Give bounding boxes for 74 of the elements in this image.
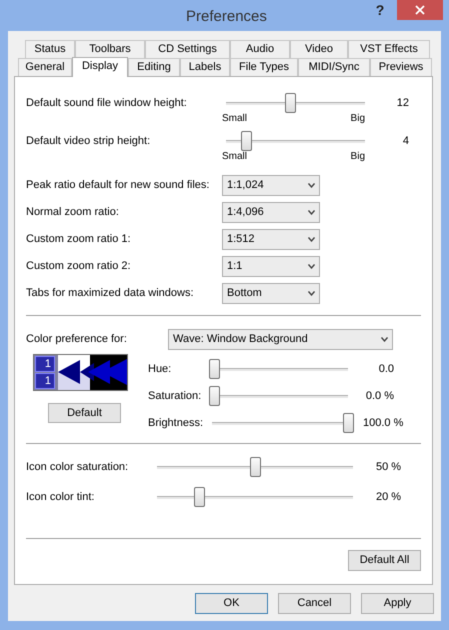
dialog-button[interactable]: Apply	[361, 593, 434, 614]
window-title: Preferences	[186, 7, 267, 27]
dialog-button[interactable]: Cancel	[278, 593, 351, 614]
scale-label: Big	[350, 151, 365, 163]
chevron-down-icon	[308, 290, 315, 296]
chevron-down-icon	[308, 264, 315, 268]
slider-value: 20 %	[376, 490, 402, 505]
slider-label: Brightness:	[148, 416, 204, 431]
track-number: 1	[35, 356, 55, 372]
chevron-down-icon	[308, 236, 315, 242]
dropdown[interactable]: 1:1,024	[222, 174, 320, 196]
tab[interactable]: File Types	[230, 58, 298, 76]
slider-thumb[interactable]	[209, 386, 220, 406]
tab[interactable]: CD Settings	[145, 40, 230, 58]
scale-label: Small	[222, 151, 248, 163]
slider[interactable]	[157, 487, 353, 507]
dropdown[interactable]: 1:512	[222, 228, 320, 250]
slider-label: Default video strip height:	[26, 134, 152, 149]
dropdown[interactable]: Bottom	[222, 282, 320, 304]
scale-label: Big	[350, 113, 365, 125]
slider-value: 50 %	[376, 460, 402, 475]
tab[interactable]: Video	[290, 40, 348, 58]
tab[interactable]: Status	[25, 40, 75, 58]
slider-thumb[interactable]	[250, 457, 261, 477]
tab[interactable]: Previews	[370, 58, 432, 76]
slider[interactable]	[157, 457, 353, 477]
dropdown[interactable]: 1:1	[222, 256, 320, 276]
slider-value: 100.0 %	[363, 416, 404, 431]
default-button[interactable]: Default	[48, 403, 121, 423]
slider-thumb[interactable]	[285, 93, 296, 113]
slider-label: Icon color saturation:	[26, 460, 130, 475]
slider-value: 0.0 %	[364, 388, 395, 404]
dropdown[interactable]: Wave: Window Background	[168, 328, 393, 350]
slider-value: 0.0	[378, 362, 395, 377]
slider[interactable]	[209, 386, 348, 406]
slider-label: Default sound file window height:	[26, 96, 188, 111]
tab[interactable]: Toolbars	[75, 40, 145, 58]
slider[interactable]	[212, 413, 354, 433]
field-label: Color preference for:	[26, 332, 128, 347]
close-icon	[415, 5, 425, 15]
chevron-down-icon	[308, 210, 315, 214]
slider-value: 4	[402, 134, 409, 149]
chevron-down-icon	[308, 182, 315, 188]
tab[interactable]: Labels	[180, 58, 230, 76]
dropdown[interactable]: 1:4,096	[222, 202, 320, 222]
tab[interactable]: MIDI/Sync	[298, 58, 370, 76]
tab[interactable]: Audio	[230, 40, 290, 58]
slider[interactable]	[226, 131, 365, 151]
scale-label: Small	[222, 113, 248, 125]
field-label: Tabs for maximized data windows:	[26, 286, 195, 301]
slider[interactable]	[226, 93, 365, 113]
slider-thumb[interactable]	[194, 487, 205, 507]
track-number: 1	[35, 373, 55, 389]
slider-label: Icon color tint:	[26, 490, 96, 505]
tab[interactable]: VST Effects	[348, 40, 430, 58]
help-button[interactable]: ?	[367, 0, 393, 20]
default-all-button[interactable]: Default All	[348, 550, 421, 571]
field-label: Normal zoom ratio:	[26, 204, 120, 220]
slider[interactable]	[209, 359, 348, 379]
close-button[interactable]	[397, 0, 443, 20]
tab[interactable]: General	[18, 58, 72, 76]
slider-label: Hue:	[148, 362, 172, 377]
field-label: Peak ratio default for new sound files:	[26, 178, 210, 193]
slider-label: Saturation:	[148, 388, 202, 404]
slider-value: 12	[396, 96, 409, 111]
chevron-down-icon	[381, 336, 388, 342]
field-label: Custom zoom ratio 2:	[26, 258, 132, 274]
slider-thumb[interactable]	[343, 413, 354, 433]
tab[interactable]: Editing	[128, 58, 180, 76]
tab[interactable]: Display	[72, 57, 128, 77]
field-label: Custom zoom ratio 1:	[26, 232, 132, 247]
slider-thumb[interactable]	[209, 359, 220, 379]
slider-thumb[interactable]	[241, 131, 252, 151]
dialog-button[interactable]: OK	[195, 593, 268, 614]
